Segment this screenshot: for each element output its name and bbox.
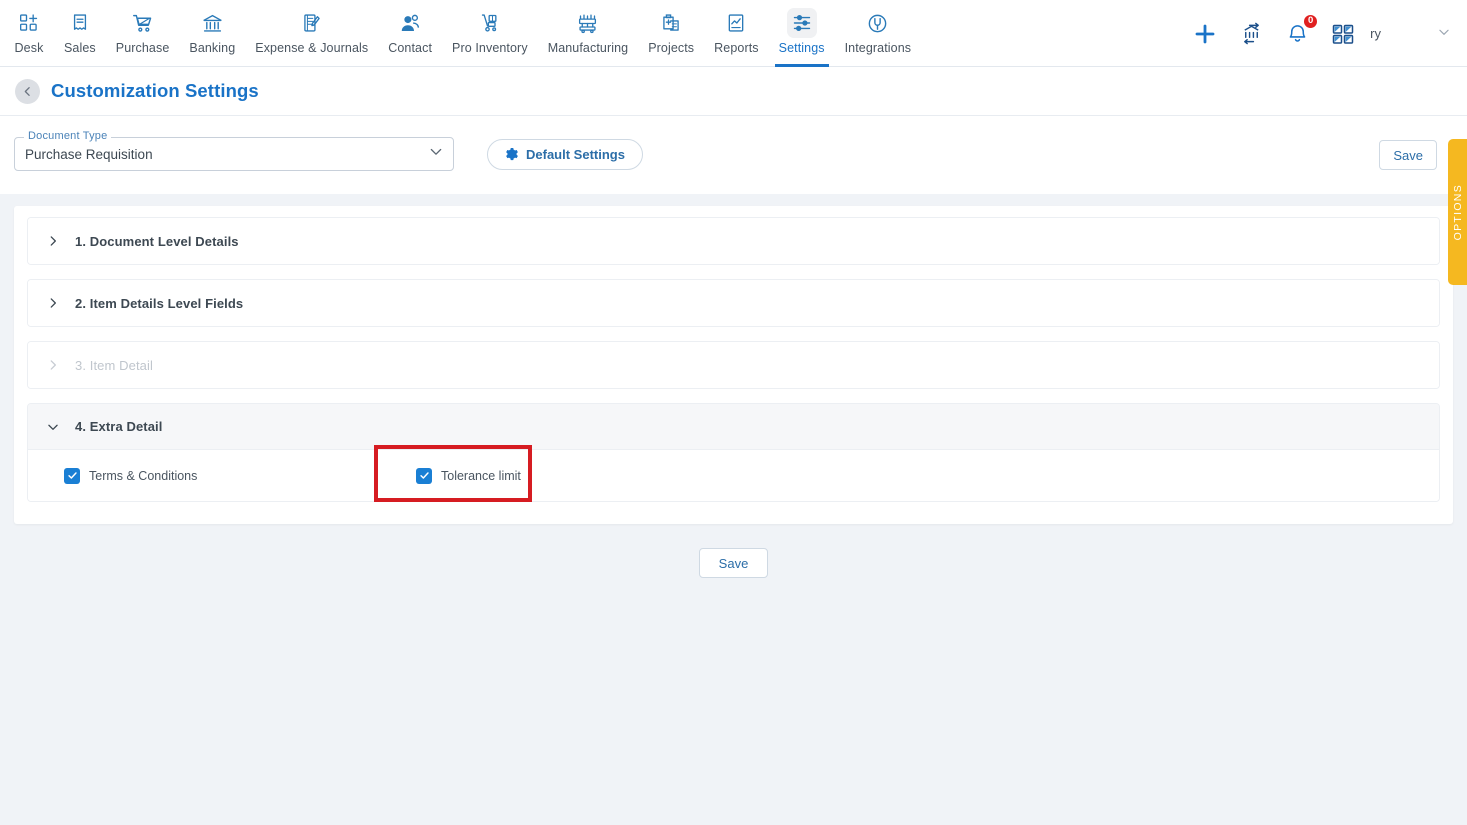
accordion-title-2: 2. Item Details Level Fields: [75, 295, 244, 311]
checkbox-checked-icon[interactable]: [64, 467, 80, 484]
back-button[interactable]: [15, 78, 40, 104]
page-header: Customization Settings: [0, 67, 1467, 116]
user-name[interactable]: ry: [1370, 26, 1381, 41]
main-content: 1. Document Level Details 2. Item Detail…: [0, 194, 1467, 578]
nav-label-reports: Projects: [648, 41, 695, 55]
nav-item-projects[interactable]: Projects: [638, 0, 704, 66]
factory-machine-icon: [573, 8, 603, 38]
nav-label-integrations: Settings: [778, 41, 825, 55]
default-settings-button[interactable]: Default Settings: [487, 138, 643, 170]
toolbar: Document Type Purchase Requisition Defau…: [0, 116, 1467, 194]
nav-item-banking[interactable]: Banking: [179, 0, 245, 66]
chevron-right-icon: [44, 356, 62, 374]
accordion-section-3: 3. Item Detail: [27, 341, 1440, 389]
options-side-tab[interactable]: OPTIONS: [1448, 139, 1467, 285]
plug-circle-icon: [863, 8, 893, 38]
chevron-right-icon: [44, 294, 62, 312]
dashboard-add-icon: [14, 8, 44, 38]
nav-item-expense-journals[interactable]: Expense & Journals: [245, 0, 378, 66]
document-type-label: Document Type: [24, 130, 112, 142]
nav-items: Desk Sales Purchase Banking Expense & Jo…: [0, 0, 922, 67]
hand-truck-icon: [475, 8, 505, 38]
active-tab-underline: [774, 64, 829, 67]
people-icon: [395, 8, 425, 38]
nav-right-actions: 0 ry: [1190, 0, 1467, 67]
nav-item-manufacturing[interactable]: Manufacturing: [538, 0, 639, 66]
accordion-header-3: 3. Item Detail: [28, 342, 1439, 388]
notification-badge: 0: [1303, 13, 1319, 29]
chevron-down-icon[interactable]: [1437, 25, 1451, 42]
sliders-icon: [786, 8, 817, 38]
checkbox-label-terms-and-conditions: Terms & Conditions: [89, 468, 198, 483]
accordion-title-4: 4. Extra Detail: [75, 419, 163, 434]
nav-item-pro-inventory[interactable]: Pro Inventory: [442, 0, 538, 66]
bank-icon: [197, 8, 227, 38]
nav-label-expense: Banking: [189, 41, 236, 55]
accordion-section-1: 1. Document Level Details: [27, 217, 1440, 265]
accordion-header-2[interactable]: 2. Item Details Level Fields: [28, 280, 1439, 326]
checkbox-row-terms-and-conditions[interactable]: Terms & Conditions: [64, 467, 416, 484]
accordion-section-4: 4. Extra Detail Terms & Conditions Toler…: [27, 403, 1440, 502]
document-type-value: Purchase Requisition: [25, 146, 153, 162]
options-tab-label: OPTIONS: [1451, 183, 1464, 241]
default-settings-label: Default Settings: [526, 146, 625, 162]
checkbox-checked-icon[interactable]: [416, 467, 432, 484]
add-button[interactable]: [1190, 19, 1220, 49]
accordion-body-4: Terms & Conditions Tolerance limit: [28, 450, 1439, 501]
notifications-button[interactable]: 0: [1282, 13, 1319, 49]
nav-item-sales[interactable]: Sales: [54, 0, 106, 66]
nav-label-contact: Expense & Journals: [255, 41, 369, 55]
nav-label-projects: Manufacturing: [547, 41, 629, 55]
clipboard-add-icon: [656, 8, 686, 38]
receipt-icon: [65, 8, 95, 38]
checkbox-row-tolerance-limit[interactable]: Tolerance limit: [416, 467, 521, 484]
nav-label-purchase: Purchase: [115, 41, 170, 55]
nav-label-desk: Desk: [14, 41, 44, 55]
nav-label-integrations-2: Integrations: [844, 41, 912, 55]
gear-icon: [505, 147, 518, 161]
nav-label-pro-inventory: Contact: [388, 41, 433, 55]
accordion-section-2: 2. Item Details Level Fields: [27, 279, 1440, 327]
nav-item-settings[interactable]: Settings: [769, 0, 835, 67]
save-button-top[interactable]: Save: [1379, 140, 1437, 170]
nav-label-settings: Reports: [714, 41, 759, 55]
accordion-title-3: 3. Item Detail: [75, 357, 153, 373]
chevron-down-icon: [44, 418, 62, 436]
nav-item-purchase[interactable]: Purchase: [106, 0, 180, 66]
bank-transfer-icon[interactable]: [1236, 19, 1266, 49]
nav-label-manufacturing: Pro Inventory: [452, 41, 528, 55]
app-root: Desk Sales Purchase Banking Expense & Jo…: [0, 0, 1467, 825]
nav-label-sales: Sales: [64, 41, 96, 55]
save-button-bottom[interactable]: Save: [698, 548, 769, 578]
footer-actions: Save: [14, 548, 1453, 578]
nav-item-reports[interactable]: Reports: [704, 0, 768, 66]
chevron-right-icon: [44, 232, 62, 250]
accordion-header-1[interactable]: 1. Document Level Details: [28, 218, 1439, 264]
accordion-title-1: 1. Document Level Details: [75, 233, 239, 249]
top-navigation-bar: Desk Sales Purchase Banking Expense & Jo…: [0, 0, 1467, 67]
accordion-header-4[interactable]: 4. Extra Detail: [28, 404, 1439, 450]
report-chart-icon: [721, 8, 751, 38]
nav-item-integrations[interactable]: Integrations: [835, 0, 922, 66]
checkbox-label-tolerance-limit: Tolerance limit: [441, 468, 521, 483]
chevron-down-icon: [428, 144, 444, 165]
nav-item-contact[interactable]: Contact: [378, 0, 442, 66]
notebook-pen-icon: [297, 8, 327, 38]
document-type-select[interactable]: Document Type Purchase Requisition: [14, 130, 454, 171]
settings-card: 1. Document Level Details 2. Item Detail…: [14, 206, 1453, 524]
page-title: Customization Settings: [51, 80, 259, 101]
apps-grid-button[interactable]: [1328, 19, 1358, 49]
nav-item-desk[interactable]: Desk: [4, 0, 54, 66]
shopping-cart-icon: [128, 8, 158, 38]
